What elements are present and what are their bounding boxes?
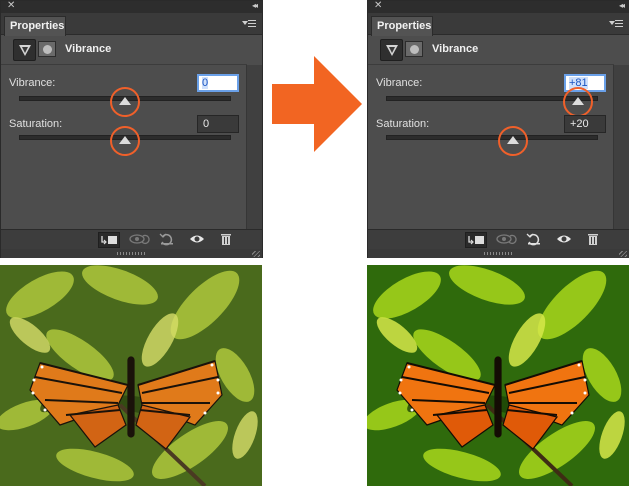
- reset-icon[interactable]: [524, 232, 546, 248]
- adjustment-header: Vibrance: [368, 36, 614, 64]
- panel-tab-row: Properties: [368, 13, 629, 36]
- saturation-slider-track[interactable]: [386, 135, 598, 140]
- panel-topbar: ✕ ◂◂: [1, 0, 262, 13]
- adjustment-title: Vibrance: [65, 43, 112, 55]
- resize-grip[interactable]: [368, 249, 629, 258]
- saturation-label: Saturation:: [376, 118, 430, 130]
- clip-to-layer-icon[interactable]: [465, 232, 487, 248]
- reset-icon[interactable]: [157, 232, 179, 248]
- vibrance-label: Vibrance:: [9, 77, 56, 89]
- photo-before: [0, 265, 262, 486]
- panel-menu-icon[interactable]: [609, 18, 623, 30]
- view-previous-state-icon[interactable]: [128, 232, 150, 248]
- highlight-ring-vibrance: [110, 87, 140, 117]
- close-icon[interactable]: ✕: [374, 0, 382, 12]
- panel-footer: [1, 229, 262, 249]
- scrollbar[interactable]: [613, 65, 629, 229]
- scrollbar[interactable]: [246, 65, 262, 229]
- resize-grip[interactable]: [1, 249, 262, 258]
- highlight-ring-saturation: [498, 126, 528, 156]
- properties-panel-after: ✕ ◂◂ Properties Vibrance Vibrance: +81 S…: [367, 0, 629, 258]
- tab-properties[interactable]: Properties: [371, 16, 433, 36]
- layer-mask-icon[interactable]: [38, 41, 56, 57]
- adjustment-header: Vibrance: [1, 36, 247, 64]
- highlight-ring-vibrance: [563, 87, 593, 117]
- trash-icon[interactable]: [583, 232, 605, 248]
- vibrance-adjustment-icon[interactable]: [380, 39, 403, 61]
- collapse-icon[interactable]: ◂◂: [619, 0, 625, 12]
- view-previous-state-icon[interactable]: [495, 232, 517, 248]
- vibrance-input[interactable]: 0: [197, 74, 239, 92]
- saturation-label: Saturation:: [9, 118, 63, 130]
- highlight-ring-saturation: [110, 126, 140, 156]
- trash-icon[interactable]: [216, 232, 238, 248]
- saturation-input[interactable]: +20: [564, 115, 606, 133]
- close-icon[interactable]: ✕: [7, 0, 15, 12]
- layer-mask-icon[interactable]: [405, 41, 423, 57]
- photo-after: [367, 265, 629, 486]
- vibrance-adjustment-icon[interactable]: [13, 39, 36, 61]
- collapse-icon[interactable]: ◂◂: [252, 0, 258, 12]
- divider: [368, 64, 614, 65]
- tab-properties[interactable]: Properties: [4, 16, 66, 36]
- properties-panel-before: ✕ ◂◂ Properties Vibrance Vibrance: 0 Sat…: [0, 0, 263, 258]
- panel-tab-row: Properties: [1, 13, 262, 36]
- panel-topbar: ✕ ◂◂: [368, 0, 629, 13]
- clip-to-layer-icon[interactable]: [98, 232, 120, 248]
- panel-menu-icon[interactable]: [242, 18, 256, 30]
- eye-icon[interactable]: [554, 232, 576, 248]
- eye-icon[interactable]: [187, 232, 209, 248]
- saturation-input[interactable]: 0: [197, 115, 239, 133]
- arrow-right-icon: [272, 56, 362, 152]
- divider: [1, 64, 247, 65]
- adjustment-title: Vibrance: [432, 43, 479, 55]
- panel-footer: [368, 229, 629, 249]
- vibrance-label: Vibrance:: [376, 77, 423, 89]
